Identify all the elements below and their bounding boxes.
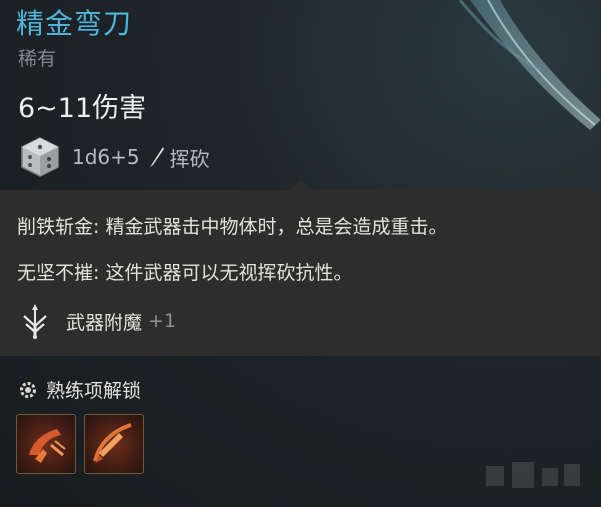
- item-art-icon: [458, 0, 601, 130]
- effect-line-1: 削铁斩金: 精金武器击中物体时，总是会造成重击。: [17, 216, 448, 238]
- item-damage: 6~11伤害: [18, 93, 147, 124]
- effects-panel: 削铁斩金: 精金武器击中物体时，总是会造成重击。 无坚不摧: 这件武器可以无视挥…: [0, 190, 601, 356]
- enchant-bonus: +1: [148, 310, 177, 332]
- lacerate-skill-icon[interactable]: [16, 414, 76, 474]
- damage-type: 挥砍: [169, 146, 210, 171]
- dice-formula: 1d6+5: [72, 145, 140, 169]
- sword-slash-skill-icon[interactable]: [84, 414, 144, 474]
- proficiency-label: 熟练项解锁: [46, 380, 142, 402]
- item-name: 精金弯刀: [16, 7, 133, 40]
- proficiency-header: 熟练项解锁: [18, 376, 141, 403]
- panel-notch: [289, 180, 313, 190]
- item-tooltip: 精金弯刀 稀有 6~11伤害 1d6+5 挥砍 削铁斩金: 精金武器击中物体时，…: [0, 0, 601, 507]
- damage-dice-row: 1d6+5 挥砍: [18, 134, 210, 180]
- enchant-label: 武器附魔: [66, 311, 143, 334]
- enchant-row: 武器附魔 +1: [16, 302, 176, 340]
- item-rarity: 稀有: [18, 48, 57, 70]
- watermark-icon: [486, 462, 580, 488]
- effect-line-2: 无坚不摧: 这件武器可以无视挥砍抗性。: [17, 262, 353, 284]
- sword-enchant-icon: [23, 304, 47, 339]
- slash-icon: [149, 147, 164, 167]
- dice-icon: [21, 137, 59, 177]
- gear-icon: [20, 381, 36, 398]
